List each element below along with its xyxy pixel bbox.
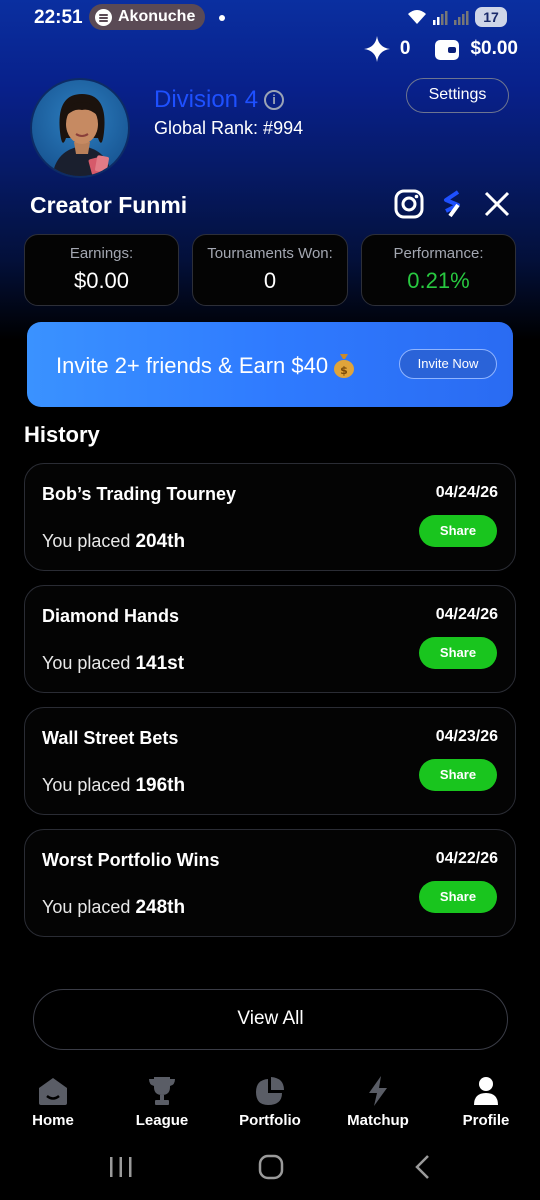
history-card[interactable]: Worst Portfolio Wins 04/22/26 You placed… — [24, 829, 516, 937]
tournament-date: 04/23/26 — [435, 728, 498, 745]
points-balance: 0 — [399, 38, 411, 59]
pie-chart-icon — [256, 1077, 284, 1105]
battery-icon: 17 — [475, 7, 507, 27]
placement-row: You placed 204th — [42, 531, 185, 553]
history-card[interactable]: Bob’s Trading Tourney 04/24/26 You place… — [24, 463, 516, 571]
tournament-name: Wall Street Bets — [42, 728, 179, 748]
media-app-label: Akonuche — [118, 8, 196, 25]
nav-item-portfolio[interactable]: Portfolio — [225, 1068, 315, 1129]
wallet-icon — [435, 40, 460, 60]
placed-prefix: You placed — [42, 775, 131, 795]
tournament-name: Diamond Hands — [42, 606, 180, 626]
tournament-name: Worst Portfolio Wins — [42, 850, 220, 870]
placement-row: You placed 196th — [42, 775, 185, 797]
username: Creator Funmi — [30, 192, 188, 218]
tournaments-won-value: 0 — [263, 268, 277, 293]
avatar-portrait — [52, 94, 112, 176]
x-icon[interactable] — [482, 189, 512, 219]
instagram-icon[interactable] — [394, 189, 424, 219]
performance-value: 0.21% — [407, 268, 470, 293]
earnings-label: Earnings: — [69, 245, 134, 262]
placed-prefix: You placed — [42, 653, 131, 673]
spotify-icon — [95, 8, 112, 26]
notification-dot-icon — [219, 15, 225, 21]
share-button[interactable]: Share — [419, 515, 497, 547]
tournament-date: 04/24/26 — [435, 606, 498, 623]
history-card[interactable]: Diamond Hands 04/24/26 You placed 141st … — [24, 585, 516, 693]
division-text: Division 4 — [154, 86, 259, 113]
cash-balance: $0.00 — [470, 38, 518, 59]
share-button[interactable]: Share — [419, 759, 497, 791]
system-nav-bar — [0, 1140, 540, 1200]
placement-rank: 248th — [135, 897, 186, 918]
signal-icon — [433, 11, 448, 25]
recent-apps-icon[interactable] — [106, 1152, 136, 1182]
earnings-value: $0.00 — [73, 268, 130, 293]
status-time: 22:51 — [34, 7, 83, 28]
placement-row: You placed 248th — [42, 897, 185, 919]
tournament-name: Bob’s Trading Tourney — [42, 484, 237, 504]
placement-rank: 204th — [135, 531, 186, 552]
settings-button[interactable]: Settings — [406, 78, 509, 113]
lightning-icon — [369, 1076, 387, 1106]
wifi-icon — [408, 10, 426, 24]
global-rank: Global Rank: #994 — [154, 118, 304, 138]
status-bar: 22:51 Akonuche 17 — [0, 0, 540, 36]
signal-icon-secondary — [454, 11, 469, 25]
nav-label-league: League — [135, 1112, 189, 1129]
share-button[interactable]: Share — [419, 637, 497, 669]
division-label[interactable]: Division 4 i — [154, 86, 285, 114]
placed-prefix: You placed — [42, 897, 131, 917]
back-icon[interactable] — [408, 1152, 438, 1182]
tournaments-won-label: Tournaments Won: — [207, 245, 333, 262]
tournament-date: 04/24/26 — [435, 484, 498, 501]
invite-text-row: Invite 2+ friends & Earn $40 $ — [56, 352, 356, 379]
nav-label-matchup: Matchup — [347, 1112, 409, 1129]
svg-text:$: $ — [340, 364, 348, 377]
tournament-date: 04/22/26 — [435, 850, 498, 867]
nav-item-league[interactable]: League — [117, 1068, 207, 1129]
media-pill[interactable]: Akonuche — [89, 4, 205, 30]
bottom-nav: Home League Portfolio Matchup Profile — [0, 1068, 540, 1138]
nav-item-matchup[interactable]: Matchup — [333, 1068, 423, 1129]
performance-label: Performance: — [393, 245, 484, 262]
nav-item-profile[interactable]: Profile — [441, 1068, 531, 1129]
invite-now-button[interactable]: Invite Now — [399, 349, 497, 379]
money-bag-icon: $ — [334, 354, 355, 378]
placed-prefix: You placed — [42, 531, 131, 551]
tournaments-won-card: Tournaments Won: 0 — [192, 234, 348, 306]
person-icon — [474, 1077, 498, 1105]
info-icon[interactable]: i — [264, 90, 285, 110]
placement-rank: 141st — [135, 653, 185, 674]
placement-row: You placed 141st — [42, 653, 184, 675]
view-all-button[interactable]: View All — [33, 989, 508, 1050]
earnings-card: Earnings: $0.00 — [24, 234, 179, 306]
placement-rank: 196th — [135, 775, 186, 796]
home-button-icon[interactable] — [256, 1152, 286, 1182]
share-button[interactable]: Share — [419, 881, 497, 913]
substack-s-icon[interactable] — [438, 189, 468, 219]
avatar[interactable] — [30, 78, 130, 178]
nav-item-home[interactable]: Home — [8, 1068, 98, 1129]
balance-row: 0 $0.00 — [363, 36, 518, 62]
nav-label-portfolio: Portfolio — [239, 1112, 301, 1129]
invite-banner[interactable]: Invite 2+ friends & Earn $40 $ Invite No… — [27, 322, 513, 407]
nav-label-home: Home — [32, 1112, 74, 1129]
home-icon — [39, 1078, 67, 1105]
invite-text: Invite 2+ friends & Earn $40 — [56, 353, 329, 378]
history-title: History — [24, 422, 100, 447]
performance-card: Performance: 0.21% — [361, 234, 516, 306]
history-card[interactable]: Wall Street Bets 04/23/26 You placed 196… — [24, 707, 516, 815]
trophy-icon — [149, 1077, 175, 1105]
nav-label-profile: Profile — [462, 1112, 510, 1129]
sparkle-icon — [363, 36, 390, 62]
